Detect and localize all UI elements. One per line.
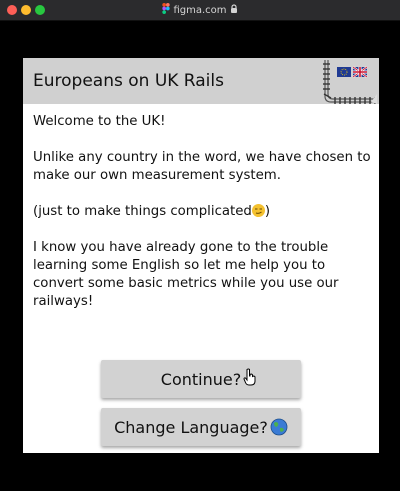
globe-icon xyxy=(270,418,288,435)
page-title: Europeans on UK Rails xyxy=(33,71,224,91)
intro-paragraph-3: I know you have already gone to the trou… xyxy=(33,240,339,309)
railway-illustration xyxy=(323,60,377,104)
continue-button-label: Continue? xyxy=(160,369,242,389)
window-titlebar: figma.com xyxy=(0,0,400,21)
continue-button[interactable]: Continue? xyxy=(101,360,301,398)
hand-pointer-icon xyxy=(243,368,256,386)
intro-paragraph-1: Unlike any country in the word, we have … xyxy=(33,150,371,183)
lock-icon xyxy=(230,4,237,13)
eu-flag-icon xyxy=(337,67,351,77)
intro-text: Welcome to the UK! Unlike any country in… xyxy=(33,113,373,329)
intro-paragraph-2-text: (just to make things complicated xyxy=(33,204,252,219)
intro-paragraph-2: (just to make things complicated) xyxy=(33,203,373,221)
change-language-button[interactable]: Change Language? xyxy=(101,408,301,446)
welcome-text: Welcome to the UK! xyxy=(33,114,166,129)
figma-icon xyxy=(162,3,171,14)
change-language-button-label: Change Language? xyxy=(114,417,268,437)
uk-flag-icon xyxy=(352,66,368,78)
railway-track-icon xyxy=(323,60,377,104)
intro-paragraph-2-end: ) xyxy=(264,204,271,219)
window-title: figma.com xyxy=(173,5,227,16)
smirking-face-icon xyxy=(251,204,265,217)
app-frame: Europeans on UK Rails Welcome to the UK!… xyxy=(23,58,379,453)
window-title-area: figma.com xyxy=(0,3,400,18)
app-header: Europeans on UK Rails xyxy=(23,58,379,104)
